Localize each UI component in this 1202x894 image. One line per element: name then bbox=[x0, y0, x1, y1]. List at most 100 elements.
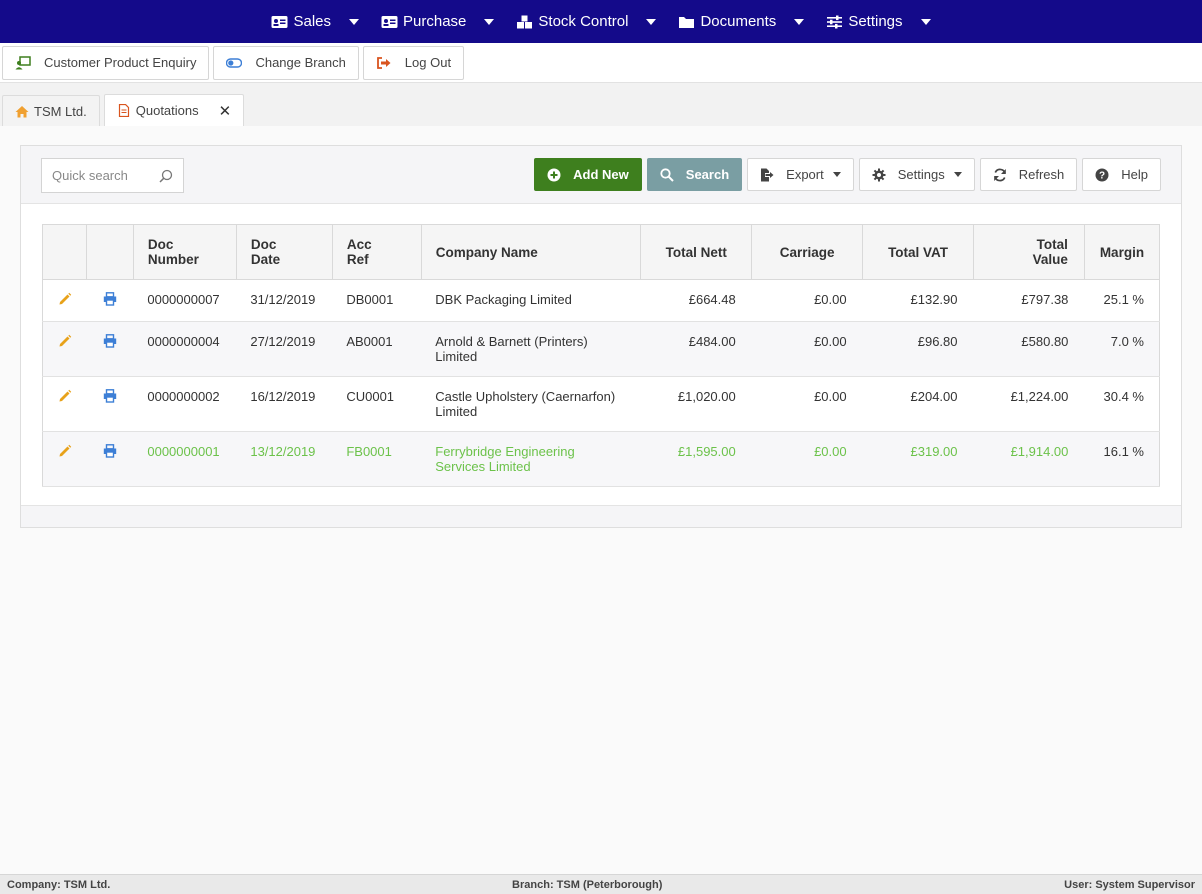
acc-ref-cell: DB0001 bbox=[332, 279, 422, 322]
chevron-down-icon[interactable] bbox=[349, 18, 360, 25]
company-name-cell: Arnold & Barnett (Printers) Limited bbox=[421, 321, 641, 377]
nav-purchase[interactable]: Purchase bbox=[370, 0, 505, 43]
doc-date-cell: 13/12/2019 bbox=[236, 431, 333, 487]
header-doc-date[interactable]: Doc Date bbox=[235, 224, 333, 280]
settings-button[interactable]: Settings bbox=[858, 158, 975, 191]
nav-sales[interactable]: Sales bbox=[260, 0, 370, 43]
header-doc-number[interactable]: Doc Number bbox=[132, 224, 237, 280]
header-margin[interactable]: Margin bbox=[1083, 224, 1161, 280]
carriage-cell: £0.00 bbox=[751, 321, 863, 377]
doc-number-cell: 0000000007 bbox=[133, 279, 237, 322]
nav-purchase-label: Purchase bbox=[403, 13, 467, 30]
status-branch: Branch: TSM (Peterborough) bbox=[512, 878, 663, 891]
header-edit bbox=[42, 224, 87, 280]
edit-cell bbox=[42, 279, 87, 322]
acc-ref-cell: FB0001 bbox=[332, 431, 422, 487]
chevron-down-icon[interactable] bbox=[794, 18, 805, 25]
edit-cell bbox=[42, 431, 87, 487]
status-company: Company: TSM Ltd. bbox=[7, 878, 111, 891]
print-cell bbox=[86, 376, 134, 432]
status-bar: Company: TSM Ltd. Branch: TSM (Peterboro… bbox=[0, 874, 1202, 894]
table-header-row: Doc Number Doc Date Acc Ref Company Name To… bbox=[42, 224, 1161, 280]
help-icon: ? bbox=[1095, 168, 1109, 181]
doc-date-cell: 27/12/2019 bbox=[236, 321, 333, 377]
nav-documents-label: Documents bbox=[700, 13, 777, 30]
margin-cell: 16.1 % bbox=[1084, 431, 1161, 487]
nav-documents[interactable]: Documents bbox=[667, 0, 815, 43]
table-row[interactable]: 0000000004 27/12/2019 AB0001 Arnold & Ba… bbox=[42, 321, 1161, 377]
header-print bbox=[85, 224, 134, 280]
company-name-cell: DBK Packaging Limited bbox=[421, 279, 641, 322]
table-row[interactable]: 0000000001 13/12/2019 FB0001 Ferrybridge… bbox=[42, 431, 1161, 487]
chevron-down-icon[interactable] bbox=[484, 18, 495, 25]
nav-stock-control-label: Stock Control bbox=[538, 13, 629, 30]
customer-product-enquiry-label: Customer Product Enquiry bbox=[44, 55, 197, 70]
print-icon[interactable] bbox=[103, 334, 117, 348]
refresh-label: Refresh bbox=[1018, 167, 1065, 182]
export-button[interactable]: Export bbox=[747, 158, 854, 191]
search-icon bbox=[660, 167, 674, 182]
refresh-icon bbox=[993, 168, 1006, 181]
edit-cell bbox=[42, 321, 87, 377]
pencil-icon[interactable] bbox=[58, 444, 72, 458]
header-total-nett[interactable]: Total Nett bbox=[640, 224, 753, 280]
close-icon[interactable]: ✕ bbox=[219, 102, 232, 120]
add-new-button[interactable]: Add New bbox=[534, 158, 642, 191]
print-cell bbox=[86, 321, 134, 377]
margin-cell: 7.0 % bbox=[1084, 321, 1161, 377]
header-company-name[interactable]: Company Name bbox=[420, 224, 642, 280]
pencil-icon[interactable] bbox=[58, 292, 72, 306]
settings-label: Settings bbox=[897, 167, 945, 182]
id-card-icon bbox=[381, 15, 398, 28]
help-button[interactable]: ? Help bbox=[1082, 158, 1161, 191]
print-icon[interactable] bbox=[103, 444, 117, 458]
change-branch-label: Change Branch bbox=[255, 55, 346, 70]
doc-date-cell: 31/12/2019 bbox=[236, 279, 333, 322]
customer-product-enquiry-button[interactable]: Customer Product Enquiry bbox=[2, 45, 210, 80]
tab-quotations-label: Quotations bbox=[135, 103, 199, 118]
carriage-cell: £0.00 bbox=[751, 431, 863, 487]
toolbar: Customer Product Enquiry Change Branch L… bbox=[0, 43, 1202, 83]
plus-circle-icon bbox=[547, 168, 561, 181]
print-cell bbox=[86, 279, 134, 322]
log-out-label: Log Out bbox=[404, 55, 452, 70]
sliders-icon bbox=[827, 15, 843, 28]
total-nett-cell: £484.00 bbox=[640, 321, 752, 377]
print-cell bbox=[86, 431, 134, 487]
chevron-down-icon bbox=[953, 172, 962, 177]
print-icon[interactable] bbox=[103, 292, 117, 306]
print-icon[interactable] bbox=[103, 389, 117, 403]
chevron-down-icon[interactable] bbox=[646, 18, 657, 25]
chevron-down-icon[interactable] bbox=[920, 18, 931, 25]
header-total-value: Total Value bbox=[973, 224, 1085, 280]
quotations-table: Doc Number Doc Date Acc Ref Company Name To… bbox=[42, 224, 1161, 487]
quick-search-input[interactable]: Quick search bbox=[41, 158, 184, 193]
tab-bar: TSM Ltd. Quotations ✕ bbox=[0, 83, 1202, 126]
carriage-cell: £0.00 bbox=[751, 279, 863, 322]
table-row[interactable]: 0000000002 16/12/2019 CU0001 Castle Upho… bbox=[42, 376, 1161, 432]
change-branch-button[interactable]: Change Branch bbox=[213, 45, 359, 80]
export-icon bbox=[761, 168, 774, 181]
header-acc-ref[interactable]: Acc Ref bbox=[331, 224, 422, 280]
carriage-cell: £0.00 bbox=[751, 376, 863, 432]
total-nett-cell: £1,595.00 bbox=[640, 431, 752, 487]
header-total-vat[interactable]: Total VAT bbox=[862, 224, 974, 280]
nav-stock-control[interactable]: Stock Control bbox=[505, 0, 667, 43]
tab-home[interactable]: TSM Ltd. bbox=[2, 95, 100, 126]
total-nett-cell: £1,020.00 bbox=[640, 376, 752, 432]
table-row[interactable]: 0000000007 31/12/2019 DB0001 DBK Packagi… bbox=[42, 279, 1161, 322]
header-carriage[interactable]: Carriage bbox=[751, 224, 864, 280]
total-vat-cell: £132.90 bbox=[862, 279, 974, 322]
nav-settings-label: Settings bbox=[848, 13, 903, 30]
total-value-cell: £1,224.00 bbox=[973, 376, 1085, 432]
log-out-button[interactable]: Log Out bbox=[362, 45, 465, 80]
tab-quotations[interactable]: Quotations ✕ bbox=[103, 94, 245, 126]
pencil-icon[interactable] bbox=[58, 389, 72, 403]
help-label: Help bbox=[1121, 167, 1148, 182]
total-vat-cell: £204.00 bbox=[862, 376, 974, 432]
boxes-icon bbox=[517, 15, 533, 28]
search-button[interactable]: Search bbox=[646, 158, 743, 191]
pencil-icon[interactable] bbox=[58, 334, 72, 348]
nav-settings[interactable]: Settings bbox=[815, 0, 941, 43]
refresh-button[interactable]: Refresh bbox=[979, 158, 1078, 191]
